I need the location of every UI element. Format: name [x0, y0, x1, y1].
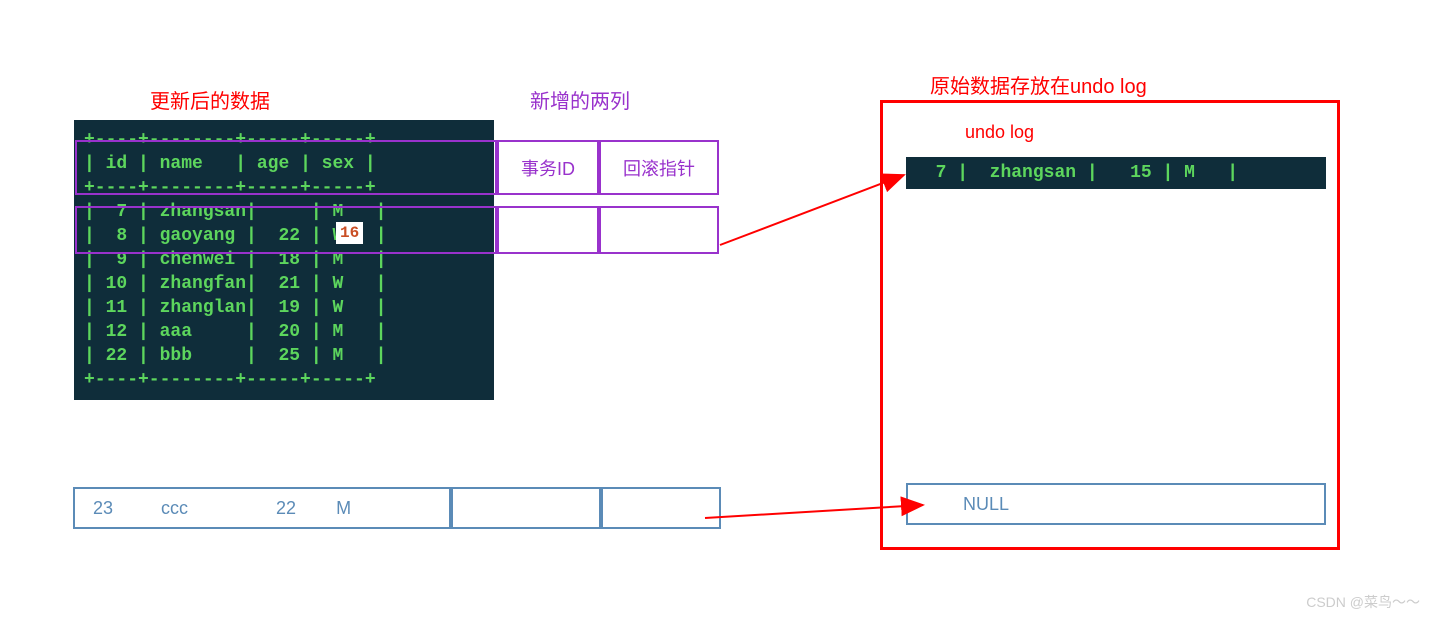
- header-highlight-box: [75, 140, 497, 195]
- arrow-to-undo: [720, 175, 904, 245]
- new-row-sex: M: [336, 498, 351, 519]
- new-row-box: 23 ccc 22 M: [73, 487, 451, 529]
- first-row-highlight-box: [75, 206, 497, 254]
- new-row-id: 23: [93, 498, 113, 519]
- table-row: | 11 | zhanglan| 19 | W |: [84, 296, 484, 320]
- new-row-tx-cell: [451, 487, 601, 529]
- tx-id-label: 事务ID: [521, 155, 575, 181]
- table-row: | 22 | bbb | 25 | M |: [84, 344, 484, 368]
- new-row-ptr-cell: [601, 487, 721, 529]
- updated-data-label: 更新后的数据: [150, 85, 270, 114]
- table-divider: +----+--------+-----+-----+: [84, 368, 484, 392]
- rollback-ptr-cell: [599, 206, 719, 254]
- rollback-ptr-header: 回滚指针: [599, 140, 719, 195]
- undo-title-label: 原始数据存放在undo log: [930, 70, 1147, 99]
- tx-id-header: 事务ID: [497, 140, 599, 195]
- table-row: | 12 | aaa | 20 | M |: [84, 320, 484, 344]
- watermark: CSDN @菜鸟～～: [1306, 592, 1420, 612]
- null-box: NULL: [906, 483, 1326, 525]
- new-row-name: ccc: [161, 498, 188, 519]
- null-label: NULL: [963, 494, 1009, 515]
- undo-log-label: undo log: [965, 122, 1034, 143]
- rollback-ptr-label: 回滚指针: [623, 155, 695, 181]
- undo-row: 7 | zhangsan | 15 | M |: [906, 157, 1326, 189]
- new-cols-label: 新增的两列: [530, 85, 630, 114]
- tx-id-cell: [497, 206, 599, 254]
- new-row-age: 22: [276, 498, 296, 519]
- table-row: | 10 | zhangfan| 21 | W |: [84, 272, 484, 296]
